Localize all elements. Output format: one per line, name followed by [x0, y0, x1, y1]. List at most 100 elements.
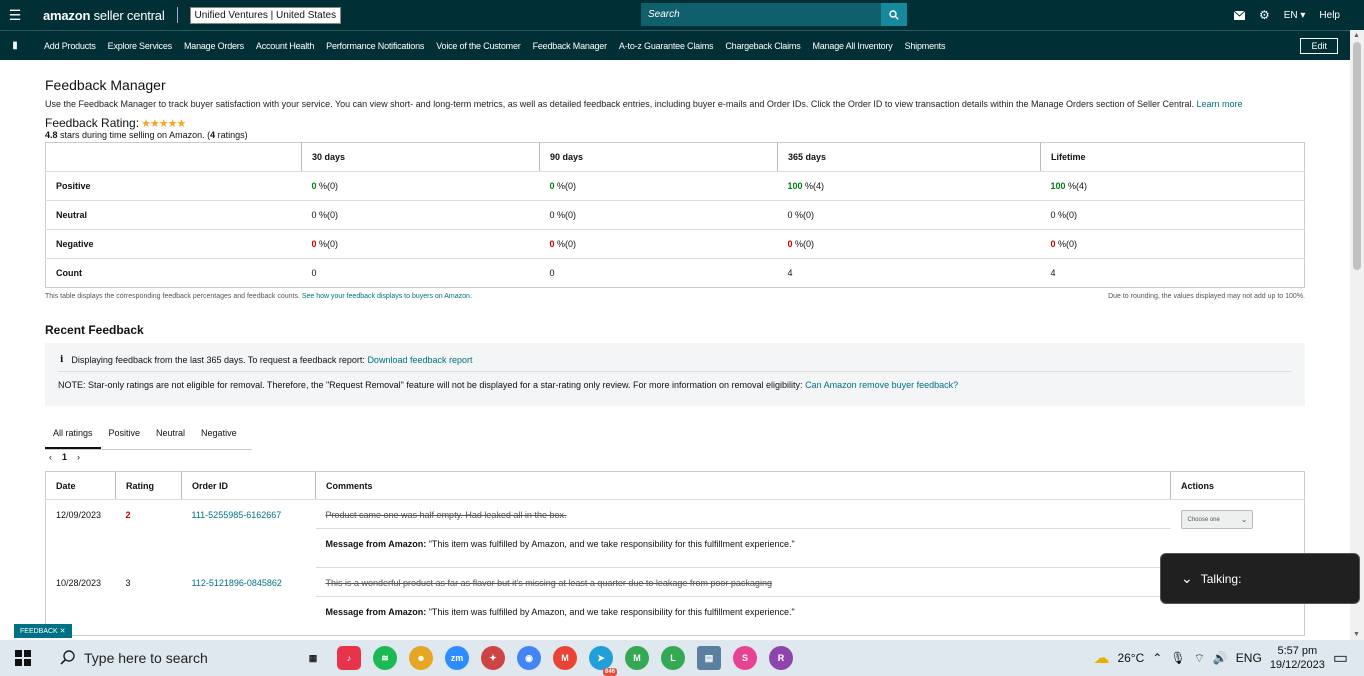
nav-bar: ▮ Add Products Explore Services Manage Ord…	[0, 30, 1350, 60]
task-view-icon[interactable]: ▦	[301, 646, 325, 670]
windows-start-icon[interactable]	[0, 650, 46, 666]
col-rating: Rating	[115, 471, 182, 500]
page-scrollbar[interactable]: ▲ ▼	[1350, 30, 1364, 640]
search-bar[interactable]: Search	[641, 3, 907, 26]
nav-item-explore-services[interactable]: Explore Services	[108, 41, 173, 51]
app-icon[interactable]: ✦	[481, 646, 505, 670]
chevron-down-icon[interactable]: ⌄	[1181, 570, 1193, 587]
telegram-badge: 846	[602, 668, 617, 676]
tab-all-ratings[interactable]: All ratings	[45, 423, 101, 449]
talking-popup[interactable]: ⌄ Talking:	[1160, 553, 1360, 604]
language-indicator[interactable]: ENG	[1236, 651, 1262, 665]
tab-positive[interactable]: Positive	[101, 423, 149, 449]
tab-negative[interactable]: Negative	[193, 423, 245, 449]
nav-item-chargeback-claims[interactable]: Chargeback Claims	[725, 41, 800, 51]
metric-cell: 0 %(0)	[539, 171, 778, 201]
row-label: Positive	[45, 171, 302, 201]
nav-item-shipments[interactable]: Shipments	[905, 41, 946, 51]
chrome-profile-m-icon[interactable]: M	[553, 646, 577, 670]
tab-neutral[interactable]: Neutral	[148, 423, 193, 449]
metrics-note: This table displays the corresponding fe…	[45, 293, 1305, 300]
metric-cell: 100 %(4)	[777, 171, 1041, 201]
clock[interactable]: 5:57 pm 19/12/2023	[1270, 644, 1325, 672]
nav-item-manage-orders[interactable]: Manage Orders	[184, 41, 244, 51]
nav-item-performance-notifications[interactable]: Performance Notifications	[326, 41, 424, 51]
order-id-link[interactable]: 111-5255985-6162667	[182, 500, 316, 568]
chrome-profile-m2-icon[interactable]: M	[625, 646, 649, 670]
edit-nav-button[interactable]: Edit	[1300, 38, 1338, 54]
info-icon: i	[60, 355, 64, 365]
scroll-up-icon[interactable]: ▲	[1353, 32, 1360, 39]
metric-cell: 0 %(0)	[539, 229, 778, 259]
notifications-icon[interactable]: ▭	[1333, 648, 1348, 668]
action-dropdown[interactable]: Choose one⌄	[1180, 510, 1253, 529]
feedback-rating: 3	[125, 577, 131, 588]
bookmark-icon[interactable]: ▮	[0, 40, 30, 51]
rating-summary: 4.8 stars during time selling on Amazon.…	[45, 130, 248, 140]
nav-item-manage-all-inventory[interactable]: Manage All Inventory	[813, 41, 893, 51]
nav-item-feedback-manager[interactable]: Feedback Manager	[533, 41, 608, 51]
seller-central-logo[interactable]: amazon seller central	[43, 8, 165, 23]
metrics-row-negative: Negative 0 %(0) 0 %(0) 0 %(0) 0 %(0)	[45, 229, 1305, 259]
main-content: Feedback Manager Use the Feedback Manage…	[45, 60, 1305, 636]
weather-icon[interactable]: ☁	[1093, 648, 1109, 668]
see-feedback-display-link[interactable]: See how your feedback displays to buyers…	[302, 293, 472, 300]
metrics-row-neutral: Neutral 0 %(0) 0 %(0) 0 %(0) 0 %(0)	[45, 200, 1305, 230]
nav-item-voice-of-the-customer[interactable]: Voice of the Customer	[436, 41, 521, 51]
current-page[interactable]: 1	[62, 452, 67, 462]
nav-item-a-to-z-guarantee-claims[interactable]: A-to-z Guarantee Claims	[619, 41, 714, 51]
top-header: ☰ amazon seller central Unified Ventures…	[0, 0, 1364, 30]
search-button[interactable]	[881, 3, 907, 26]
count-cell: 0	[549, 268, 555, 278]
wifi-icon[interactable]: ⌔	[1194, 651, 1205, 666]
chrome-profile-s-icon[interactable]: S	[733, 646, 757, 670]
spotify-icon[interactable]: ≋	[373, 646, 397, 670]
telegram-icon[interactable]: ➤ 846	[589, 646, 617, 676]
zoom-icon[interactable]: zm	[445, 646, 469, 670]
chevron-up-icon[interactable]: ⌃	[1152, 651, 1162, 665]
nav-item-account-health[interactable]: Account Health	[256, 41, 314, 51]
mail-icon[interactable]	[1233, 10, 1245, 20]
star-rating-icon: ★★★★★	[141, 117, 186, 130]
language-selector[interactable]: EN ▾	[1284, 10, 1306, 21]
metric-cell: 0 %(0)	[1040, 200, 1305, 230]
mic-icon[interactable]: 🎙	[1170, 651, 1185, 665]
order-id-link[interactable]: 112-5121896-0845862	[182, 568, 316, 636]
chevron-down-icon: ⌄	[1240, 515, 1248, 524]
count-cell: 0	[311, 268, 317, 278]
gear-icon[interactable]: ⚙	[1259, 8, 1270, 22]
col-lifetime: Lifetime	[1040, 142, 1305, 172]
game-icon[interactable]: ☻	[409, 646, 433, 670]
calculator-icon[interactable]: ▤	[697, 646, 721, 670]
help-link[interactable]: Help	[1319, 10, 1340, 21]
metrics-row-count: Count 0 0 4 4	[46, 259, 1305, 288]
metric-cell: 0 %(0)	[301, 171, 540, 201]
volume-icon[interactable]: 🔊	[1213, 651, 1228, 665]
taskbar-search[interactable]: Type here to search	[46, 640, 281, 676]
next-page-icon[interactable]: ›	[77, 452, 80, 462]
weather-temp[interactable]: 26°C	[1117, 651, 1144, 665]
chrome-profile-r-icon[interactable]: R	[769, 646, 793, 670]
scroll-down-icon[interactable]: ▼	[1353, 631, 1360, 638]
removal-eligibility-link[interactable]: Can Amazon remove buyer feedback?	[805, 380, 958, 390]
prev-page-icon[interactable]: ‹	[49, 452, 52, 462]
metric-cell: 0 %(0)	[1040, 229, 1305, 259]
menu-icon[interactable]: ☰	[0, 0, 30, 30]
feedback-row: 12/09/2023 2 111-5255985-6162667 Product ca…	[46, 499, 1305, 529]
row-label: Negative	[45, 229, 302, 259]
chrome-profile-l-icon[interactable]: L	[661, 646, 685, 670]
col-365-days: 365 days	[777, 142, 1041, 172]
system-tray: ☁ 26°C ⌃ 🎙 ⌔ 🔊 ENG 5:57 pm 19/12/2023 ▭	[1093, 640, 1364, 676]
tiktok-icon[interactable]: ♪	[337, 646, 361, 670]
metric-cell: 0 %(0)	[539, 200, 778, 230]
metric-cell: 0 %(0)	[777, 229, 1041, 259]
chrome-icon[interactable]: ◉	[517, 646, 541, 670]
account-switcher[interactable]: Unified Ventures | United States	[189, 6, 342, 24]
nav-item-add-products[interactable]: Add Products	[44, 41, 96, 51]
download-report-link[interactable]: Download feedback report	[367, 355, 472, 365]
search-input[interactable]: Search	[641, 3, 881, 26]
col-30-days: 30 days	[301, 142, 540, 172]
learn-more-link[interactable]: Learn more	[1197, 99, 1243, 109]
scrollbar-thumb[interactable]	[1353, 42, 1361, 270]
feedback-tab[interactable]: FEEDBACK ✕	[14, 624, 72, 638]
